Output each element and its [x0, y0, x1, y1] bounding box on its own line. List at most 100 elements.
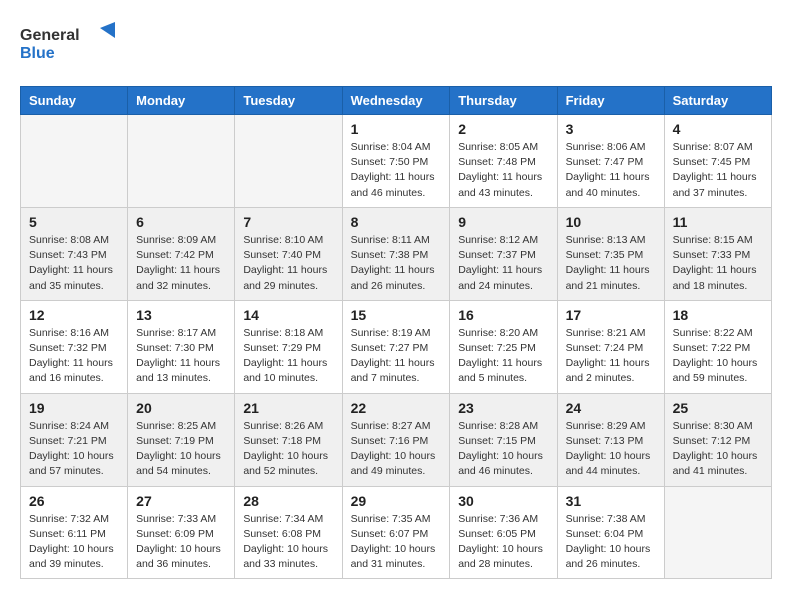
weekday-header-saturday: Saturday	[664, 87, 771, 115]
calendar-cell: 6 Sunrise: 8:09 AM Sunset: 7:42 PM Daylig…	[128, 207, 235, 300]
calendar-cell: 3 Sunrise: 8:06 AM Sunset: 7:47 PM Daylig…	[557, 115, 664, 208]
day-number: 17	[566, 307, 656, 323]
day-number: 14	[243, 307, 333, 323]
day-number: 23	[458, 400, 548, 416]
page-header: GeneralBlue	[20, 20, 772, 70]
calendar-cell: 12Sunrise: 8:16 AM Sunset: 7:32 PM Dayli…	[21, 300, 128, 393]
weekday-header-tuesday: Tuesday	[235, 87, 342, 115]
calendar-cell: 7Sunrise: 8:10 AM Sunset: 7:40 PM Daylig…	[235, 207, 342, 300]
day-info: Sunrise: 8:17 AM Sunset: 7:30 PM Dayligh…	[136, 326, 226, 387]
day-info: Sunrise: 8:09 AM Sunset: 7:42 PM Dayligh…	[136, 233, 226, 294]
day-number: 10	[566, 214, 656, 230]
day-info: Sunrise: 7:32 AM Sunset: 6:11 PM Dayligh…	[29, 512, 119, 573]
day-info: Sunrise: 8:18 AM Sunset: 7:29 PM Dayligh…	[243, 326, 333, 387]
calendar-cell: 18Sunrise: 8:22 AM Sunset: 7:22 PM Dayli…	[664, 300, 771, 393]
calendar-cell: 21 Sunrise: 8:26 AM Sunset: 7:18 PM Dayli…	[235, 393, 342, 486]
day-number: 24	[566, 400, 656, 416]
day-info: Sunrise: 8:26 AM Sunset: 7:18 PM Dayligh…	[243, 419, 333, 480]
day-number: 26	[29, 493, 119, 509]
day-info: Sunrise: 8:28 AM Sunset: 7:15 PM Dayligh…	[458, 419, 548, 480]
day-number: 8	[351, 214, 442, 230]
day-number: 31	[566, 493, 656, 509]
day-number: 1	[351, 121, 442, 137]
calendar: SundayMondayTuesdayWednesdayThursdayFrid…	[20, 86, 772, 579]
day-info: Sunrise: 8:20 AM Sunset: 7:25 PM Dayligh…	[458, 326, 548, 387]
weekday-header-wednesday: Wednesday	[342, 87, 450, 115]
calendar-cell: 4 Sunrise: 8:07 AM Sunset: 7:45 PM Daylig…	[664, 115, 771, 208]
day-info: Sunrise: 8:21 AM Sunset: 7:24 PM Dayligh…	[566, 326, 656, 387]
svg-text:Blue: Blue	[20, 45, 55, 62]
calendar-cell: 26 Sunrise: 7:32 AM Sunset: 6:11 PM Dayli…	[21, 486, 128, 579]
day-info: Sunrise: 7:36 AM Sunset: 6:05 PM Dayligh…	[458, 512, 548, 573]
weekday-header-monday: Monday	[128, 87, 235, 115]
weekday-header-friday: Friday	[557, 87, 664, 115]
calendar-cell: 19 Sunrise: 8:24 AM Sunset: 7:21 PM Dayli…	[21, 393, 128, 486]
day-number: 9	[458, 214, 548, 230]
calendar-cell: 8 Sunrise: 8:11 AM Sunset: 7:38 PM Daylig…	[342, 207, 450, 300]
calendar-cell: 23 Sunrise: 8:28 AM Sunset: 7:15 PM Dayli…	[450, 393, 557, 486]
calendar-week-2: 5 Sunrise: 8:08 AM Sunset: 7:43 PM Daylig…	[21, 207, 772, 300]
day-number: 11	[673, 214, 763, 230]
day-info: Sunrise: 7:34 AM Sunset: 6:08 PM Dayligh…	[243, 512, 333, 573]
calendar-cell	[235, 115, 342, 208]
day-info: Sunrise: 8:10 AM Sunset: 7:40 PM Dayligh…	[243, 233, 333, 294]
day-info: Sunrise: 8:11 AM Sunset: 7:38 PM Dayligh…	[351, 233, 442, 294]
svg-text:General: General	[20, 27, 80, 44]
calendar-cell: 28Sunrise: 7:34 AM Sunset: 6:08 PM Dayli…	[235, 486, 342, 579]
day-info: Sunrise: 8:15 AM Sunset: 7:33 PM Dayligh…	[673, 233, 763, 294]
day-info: Sunrise: 8:05 AM Sunset: 7:48 PM Dayligh…	[458, 140, 548, 201]
day-info: Sunrise: 8:19 AM Sunset: 7:27 PM Dayligh…	[351, 326, 442, 387]
day-number: 20	[136, 400, 226, 416]
day-info: Sunrise: 7:38 AM Sunset: 6:04 PM Dayligh…	[566, 512, 656, 573]
calendar-cell: 9 Sunrise: 8:12 AM Sunset: 7:37 PM Daylig…	[450, 207, 557, 300]
calendar-cell: 29 Sunrise: 7:35 AM Sunset: 6:07 PM Dayli…	[342, 486, 450, 579]
day-number: 15	[351, 307, 442, 323]
day-number: 3	[566, 121, 656, 137]
day-info: Sunrise: 8:24 AM Sunset: 7:21 PM Dayligh…	[29, 419, 119, 480]
calendar-cell	[664, 486, 771, 579]
calendar-week-4: 19 Sunrise: 8:24 AM Sunset: 7:21 PM Dayli…	[21, 393, 772, 486]
day-number: 16	[458, 307, 548, 323]
day-info: Sunrise: 7:35 AM Sunset: 6:07 PM Dayligh…	[351, 512, 442, 573]
day-number: 27	[136, 493, 226, 509]
day-info: Sunrise: 7:33 AM Sunset: 6:09 PM Dayligh…	[136, 512, 226, 573]
calendar-cell	[21, 115, 128, 208]
day-number: 29	[351, 493, 442, 509]
day-number: 4	[673, 121, 763, 137]
calendar-cell: 16 Sunrise: 8:20 AM Sunset: 7:25 PM Dayli…	[450, 300, 557, 393]
calendar-week-3: 12Sunrise: 8:16 AM Sunset: 7:32 PM Dayli…	[21, 300, 772, 393]
calendar-cell: 15 Sunrise: 8:19 AM Sunset: 7:27 PM Dayli…	[342, 300, 450, 393]
logo-svg: GeneralBlue	[20, 20, 140, 70]
day-number: 12	[29, 307, 119, 323]
weekday-header-thursday: Thursday	[450, 87, 557, 115]
weekday-header-row: SundayMondayTuesdayWednesdayThursdayFrid…	[21, 87, 772, 115]
calendar-cell: 11 Sunrise: 8:15 AM Sunset: 7:33 PM Dayli…	[664, 207, 771, 300]
calendar-cell: 31 Sunrise: 7:38 AM Sunset: 6:04 PM Dayli…	[557, 486, 664, 579]
day-info: Sunrise: 8:06 AM Sunset: 7:47 PM Dayligh…	[566, 140, 656, 201]
calendar-cell: 30 Sunrise: 7:36 AM Sunset: 6:05 PM Dayli…	[450, 486, 557, 579]
calendar-cell	[128, 115, 235, 208]
day-number: 2	[458, 121, 548, 137]
logo: GeneralBlue	[20, 20, 140, 70]
calendar-cell: 27 Sunrise: 7:33 AM Sunset: 6:09 PM Dayli…	[128, 486, 235, 579]
day-info: Sunrise: 8:27 AM Sunset: 7:16 PM Dayligh…	[351, 419, 442, 480]
calendar-cell: 25Sunrise: 8:30 AM Sunset: 7:12 PM Dayli…	[664, 393, 771, 486]
weekday-header-sunday: Sunday	[21, 87, 128, 115]
day-info: Sunrise: 8:22 AM Sunset: 7:22 PM Dayligh…	[673, 326, 763, 387]
calendar-cell: 20 Sunrise: 8:25 AM Sunset: 7:19 PM Dayli…	[128, 393, 235, 486]
calendar-cell: 2 Sunrise: 8:05 AM Sunset: 7:48 PM Daylig…	[450, 115, 557, 208]
day-number: 5	[29, 214, 119, 230]
day-info: Sunrise: 8:08 AM Sunset: 7:43 PM Dayligh…	[29, 233, 119, 294]
calendar-week-5: 26 Sunrise: 7:32 AM Sunset: 6:11 PM Dayli…	[21, 486, 772, 579]
day-info: Sunrise: 8:12 AM Sunset: 7:37 PM Dayligh…	[458, 233, 548, 294]
day-number: 6	[136, 214, 226, 230]
calendar-cell: 10Sunrise: 8:13 AM Sunset: 7:35 PM Dayli…	[557, 207, 664, 300]
day-info: Sunrise: 8:07 AM Sunset: 7:45 PM Dayligh…	[673, 140, 763, 201]
day-info: Sunrise: 8:25 AM Sunset: 7:19 PM Dayligh…	[136, 419, 226, 480]
day-number: 30	[458, 493, 548, 509]
day-number: 19	[29, 400, 119, 416]
calendar-cell: 22Sunrise: 8:27 AM Sunset: 7:16 PM Dayli…	[342, 393, 450, 486]
calendar-week-1: 1Sunrise: 8:04 AM Sunset: 7:50 PM Daylig…	[21, 115, 772, 208]
calendar-cell: 1Sunrise: 8:04 AM Sunset: 7:50 PM Daylig…	[342, 115, 450, 208]
day-number: 21	[243, 400, 333, 416]
